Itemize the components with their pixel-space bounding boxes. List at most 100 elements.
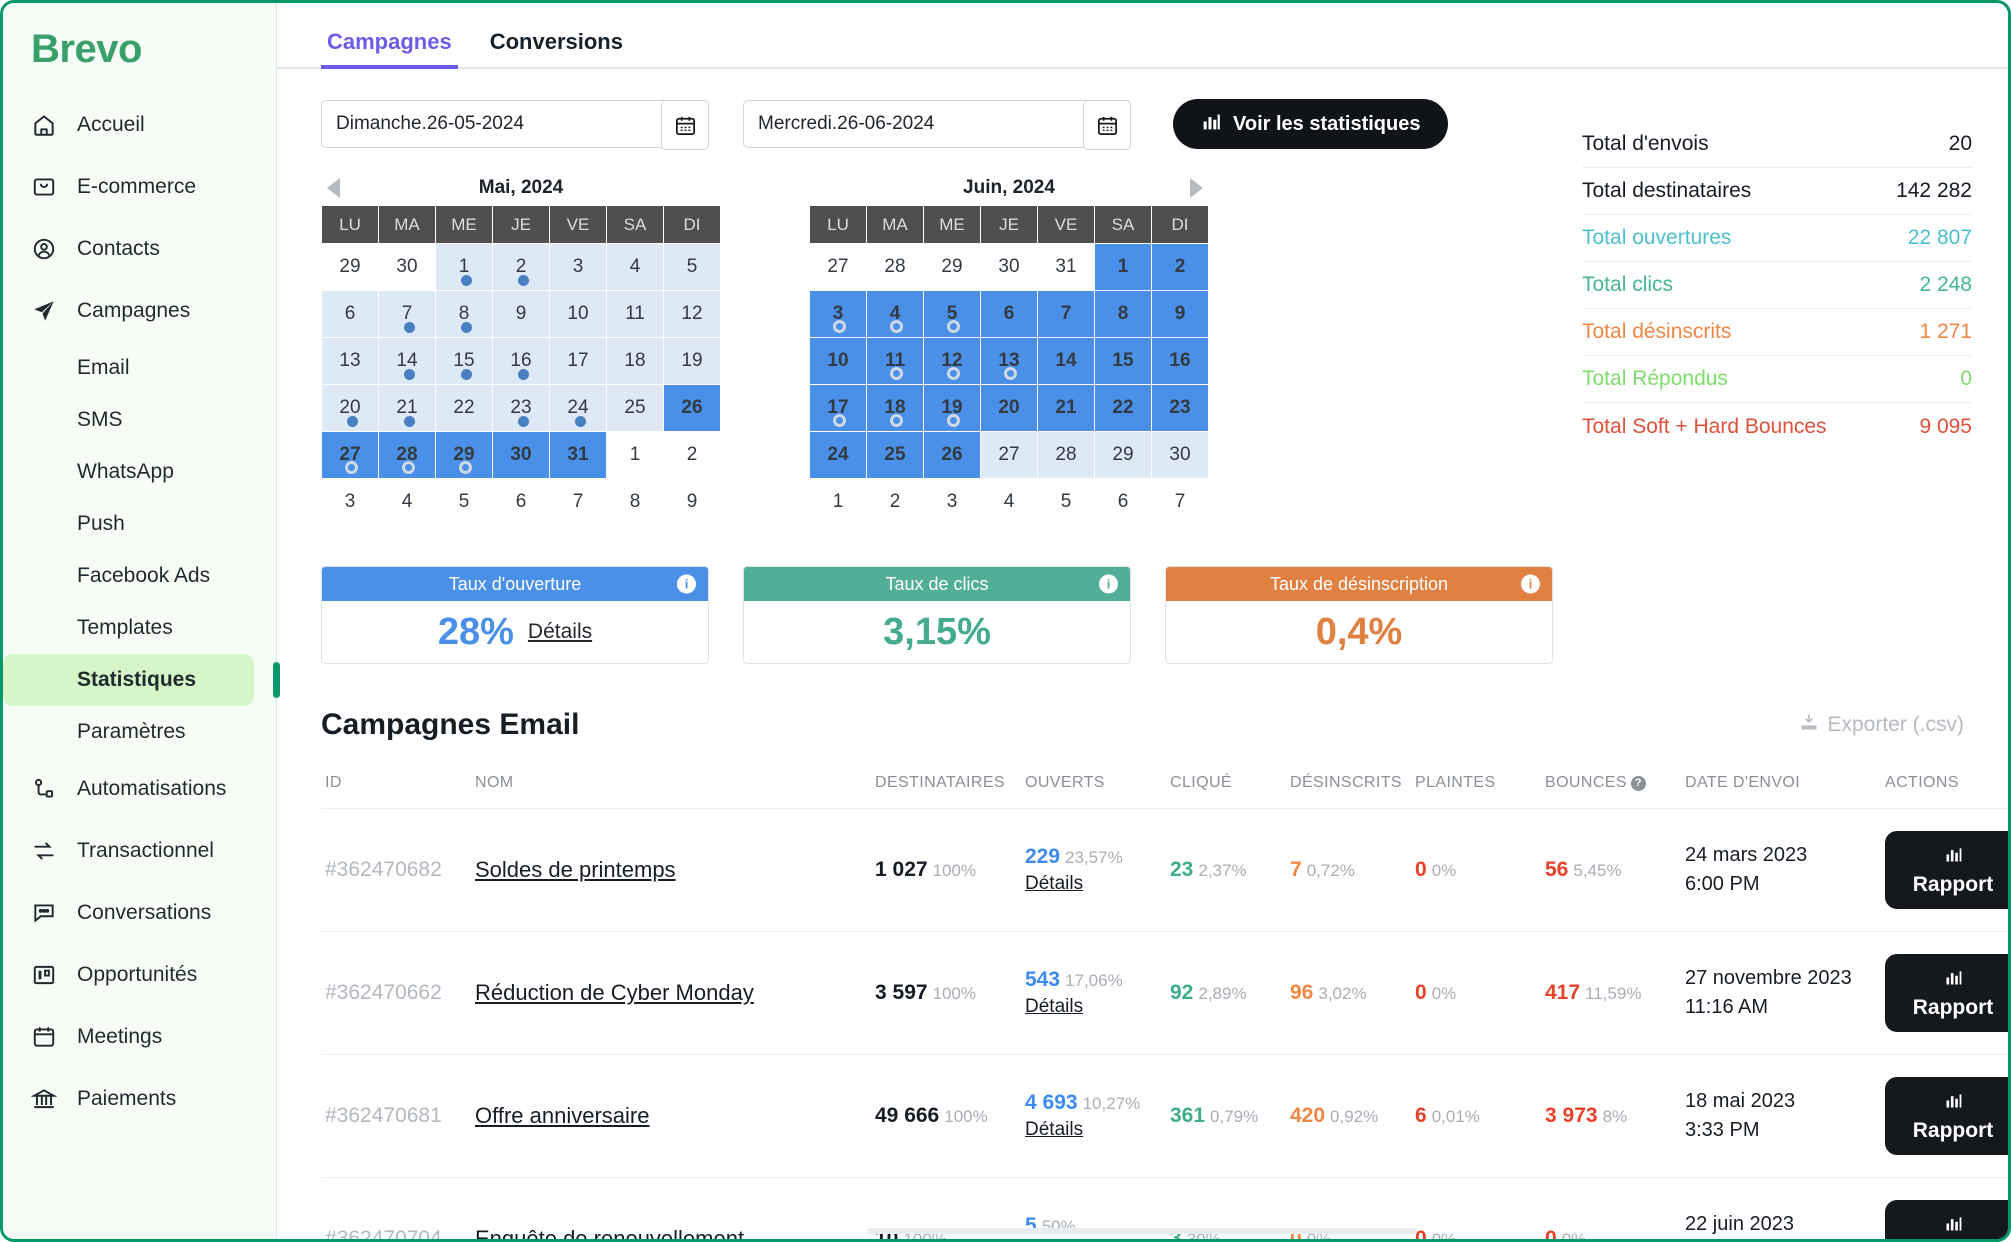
start-date-calendar-icon[interactable] <box>661 100 709 150</box>
calendar-day[interactable]: 4 <box>867 291 924 338</box>
calendar-day[interactable]: 11 <box>607 291 664 338</box>
calendar-day[interactable]: 8 <box>1095 291 1152 338</box>
end-date-calendar-icon[interactable] <box>1083 100 1131 150</box>
kpi-details-link[interactable]: Détails <box>528 620 592 644</box>
calendar-day[interactable]: 8 <box>436 291 493 338</box>
sidebar-subitem-push[interactable]: Push <box>3 498 254 550</box>
calendar-day[interactable]: 7 <box>1152 479 1209 526</box>
tab-conversions[interactable]: Conversions <box>484 29 629 67</box>
calendar-day[interactable]: 3 <box>322 479 379 526</box>
calendar-day[interactable]: 19 <box>924 385 981 432</box>
calendar-day[interactable]: 9 <box>493 291 550 338</box>
calendar-day[interactable]: 27 <box>322 432 379 479</box>
calendar-day[interactable]: 8 <box>607 479 664 526</box>
horizontal-scrollbar[interactable] <box>867 1228 1417 1234</box>
sidebar-subitem-whatsapp[interactable]: WhatsApp <box>3 446 254 498</box>
calendar-day[interactable]: 9 <box>664 479 721 526</box>
calendar-day[interactable]: 7 <box>379 291 436 338</box>
sidebar-item-opportunit-s[interactable]: Opportunités <box>3 944 276 1006</box>
sidebar-item-conversations[interactable]: Conversations <box>3 882 276 944</box>
details-link[interactable]: Détails <box>1025 873 1162 895</box>
calendar-day[interactable]: 23 <box>1152 385 1209 432</box>
calendar-day[interactable]: 12 <box>924 338 981 385</box>
calendar-day[interactable]: 4 <box>981 479 1038 526</box>
sidebar-item-transactionnel[interactable]: Transactionnel <box>3 820 276 882</box>
calendar-day[interactable]: 19 <box>664 338 721 385</box>
sidebar-subitem-sms[interactable]: SMS <box>3 394 254 446</box>
calendar-day[interactable]: 2 <box>1152 244 1209 291</box>
sidebar-item-automatisations[interactable]: Automatisations <box>3 758 276 820</box>
calendar-day[interactable]: 31 <box>550 432 607 479</box>
calendar-day[interactable]: 6 <box>322 291 379 338</box>
calendar-day[interactable]: 10 <box>810 338 867 385</box>
campaign-link[interactable]: Réduction de Cyber Monday <box>475 980 754 1005</box>
calendar-day[interactable]: 6 <box>981 291 1038 338</box>
calendar-day[interactable]: 28 <box>867 244 924 291</box>
calendar-day[interactable]: 18 <box>867 385 924 432</box>
calendar-day[interactable]: 13 <box>981 338 1038 385</box>
calendar-day[interactable]: 27 <box>810 244 867 291</box>
calendar-day[interactable]: 29 <box>436 432 493 479</box>
calendar-day[interactable]: 25 <box>867 432 924 479</box>
sidebar-item-e-commerce[interactable]: E-commerce <box>3 156 276 218</box>
info-icon[interactable]: i <box>677 575 696 594</box>
report-button[interactable]: Rapport <box>1885 954 2008 1032</box>
tab-campagnes[interactable]: Campagnes <box>321 29 458 67</box>
calendar-day[interactable]: 1 <box>607 432 664 479</box>
calendar-day[interactable]: 18 <box>607 338 664 385</box>
calendar-day[interactable]: 30 <box>1152 432 1209 479</box>
sidebar-item-contacts[interactable]: Contacts <box>3 218 276 280</box>
calendar-day[interactable]: 10 <box>550 291 607 338</box>
calendar-day[interactable]: 6 <box>1095 479 1152 526</box>
calendar-day[interactable]: 3 <box>810 291 867 338</box>
calendar-day[interactable]: 26 <box>924 432 981 479</box>
report-button[interactable]: Rapport <box>1885 831 2008 909</box>
sidebar-subitem-statistiques[interactable]: Statistiques <box>3 654 254 706</box>
calendar-day[interactable]: 5 <box>436 479 493 526</box>
calendar-day[interactable]: 20 <box>981 385 1038 432</box>
report-button[interactable]: Rapport <box>1885 1077 2008 1155</box>
calendar-day[interactable]: 30 <box>379 244 436 291</box>
calendar-day[interactable]: 14 <box>1038 338 1095 385</box>
calendar-day[interactable]: 15 <box>436 338 493 385</box>
calendar-day[interactable]: 29 <box>1095 432 1152 479</box>
calendar-day[interactable]: 12 <box>664 291 721 338</box>
view-statistics-button[interactable]: Voir les statistiques <box>1173 99 1448 149</box>
sidebar-item-accueil[interactable]: Accueil <box>3 94 276 156</box>
campaign-link[interactable]: Enquête de renouvellement <box>475 1226 744 1239</box>
calendar-day[interactable]: 1 <box>810 479 867 526</box>
sidebar-subitem-facebook-ads[interactable]: Facebook Ads <box>3 550 254 602</box>
calendar-day[interactable]: 15 <box>1095 338 1152 385</box>
calendar-day[interactable]: 6 <box>493 479 550 526</box>
calendar-day[interactable]: 20 <box>322 385 379 432</box>
calendar-day[interactable]: 5 <box>924 291 981 338</box>
calendar-day[interactable]: 2 <box>493 244 550 291</box>
calendar-day[interactable]: 14 <box>379 338 436 385</box>
campaign-link[interactable]: Soldes de printemps <box>475 857 676 882</box>
help-icon[interactable]: ? <box>1631 776 1646 791</box>
calendar-day[interactable]: 17 <box>550 338 607 385</box>
start-date-field[interactable]: Dimanche.26-05-2024 <box>321 100 709 148</box>
calendar-day[interactable]: 1 <box>436 244 493 291</box>
calendar-day[interactable]: 7 <box>1038 291 1095 338</box>
calendar-day[interactable]: 30 <box>493 432 550 479</box>
calendar-day[interactable]: 2 <box>664 432 721 479</box>
calendar-day[interactable]: 16 <box>1152 338 1209 385</box>
calendar-day[interactable]: 24 <box>810 432 867 479</box>
calendar-day[interactable]: 26 <box>664 385 721 432</box>
calendar-day[interactable]: 16 <box>493 338 550 385</box>
calendar-day[interactable]: 29 <box>322 244 379 291</box>
details-link[interactable]: Détails <box>1025 1119 1162 1141</box>
sidebar-subitem-param-tres[interactable]: Paramètres <box>3 706 254 758</box>
calendar-day[interactable]: 30 <box>981 244 1038 291</box>
calendar-day[interactable]: 28 <box>379 432 436 479</box>
info-icon[interactable]: i <box>1521 575 1540 594</box>
calendar-day[interactable]: 3 <box>924 479 981 526</box>
sidebar-item-campagnes[interactable]: Campagnes <box>3 280 276 342</box>
calendar-day[interactable]: 27 <box>981 432 1038 479</box>
sidebar-subitem-email[interactable]: Email <box>3 342 254 394</box>
calendar-day[interactable]: 5 <box>664 244 721 291</box>
calendar-day[interactable]: 24 <box>550 385 607 432</box>
details-link[interactable]: Détails <box>1025 996 1162 1018</box>
calendar-day[interactable]: 9 <box>1152 291 1209 338</box>
